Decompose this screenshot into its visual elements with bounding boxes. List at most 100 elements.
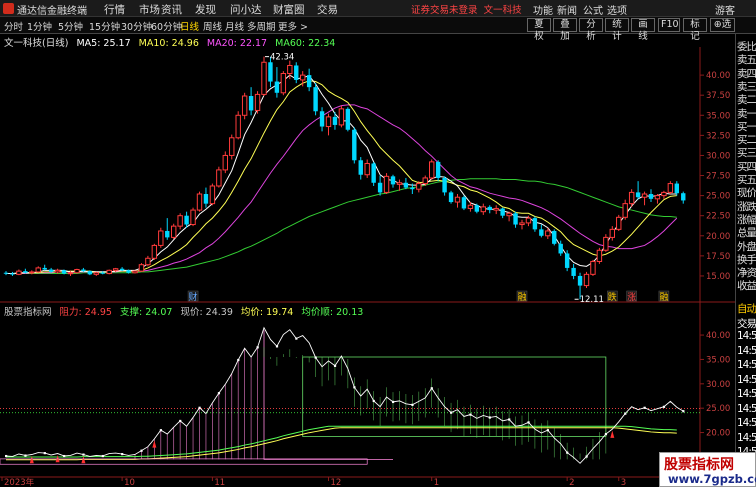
quote-item: 收益 [737,280,756,293]
candle-body-up [54,269,61,273]
candle-body-up [106,269,112,275]
candle-body-up [396,182,403,185]
candle-body-up [209,185,216,205]
candle-body-down [448,192,454,203]
ma20-line [6,104,678,275]
price-dot [63,454,66,458]
buy-arrow-icon [152,440,157,448]
price-dot [643,406,646,409]
candle-body-down [352,129,357,161]
candle-body-down [552,230,557,244]
tick-time: 14:5 [737,431,756,444]
main-ytick-label: 37.50 [706,91,730,101]
candle-body-up [235,114,241,139]
candle-body-up [364,162,370,176]
ma20-label: MA20: 22.17 [206,38,268,49]
main-ytick-label: 17.50 [706,252,730,262]
main-info-line: 文一科技(日线) MA5: 25.17 MA10: 24.96 MA20: 22… [4,35,340,49]
candle-body-up [216,169,222,187]
price-dot [198,406,201,409]
candle-body-down [442,177,447,193]
candle-body-down [513,213,518,225]
watermark-title: 股票指标网 [664,457,734,473]
candle-body-down [681,193,686,201]
price-dot [624,412,627,415]
candle-body-down [268,62,273,82]
candle-body-up [590,260,596,275]
candle-body-down [577,275,583,286]
price-label: 现价: 24.39 [180,307,233,318]
watermark-url: www.7gpzb.com [668,472,756,486]
tick-time: 14:5 [737,344,756,357]
ind-ytick-label: 30.00 [706,380,730,390]
candle-body-up [596,249,603,262]
candle-body-down [461,197,467,209]
ma60-label: MA60: 22.34 [275,38,336,49]
candle-body-down [274,81,280,93]
candle-body-down [674,183,679,194]
quote-sidebar: 委比 卖五 卖四 卖三 卖二 卖一 买一 买二 买三 买四 买五 现价 涨跌 涨幅 总量 外盘 换手 净资 收益 自动… [735,34,756,487]
candle-body-up [132,270,138,274]
candle-body-up [254,93,261,111]
candle-body-up [67,272,74,275]
xaxis-label: 12 [331,478,342,487]
main-ytick-label: 27.50 [706,172,730,182]
candle-body-up [229,137,235,156]
price-dot [546,429,549,432]
price-dot [372,399,375,403]
price-dot [566,451,569,454]
candle-body-down [332,116,338,125]
candle-body-up [667,183,674,193]
price-dot [411,403,414,406]
candle-body-up [429,161,435,179]
candle-body-up [171,225,177,238]
candle-body-up [467,204,474,209]
main-ytick-label: 25.00 [706,192,730,202]
candle-body-down [558,243,563,254]
price-dot [82,453,85,456]
price-dot [24,454,27,457]
candle-body-down [564,253,570,268]
candle-body-up [261,61,267,95]
candle-body-down [539,229,544,236]
candle-body-down [100,272,105,274]
candle-body-up [416,183,422,190]
candle-body-down [358,160,363,175]
xaxis-label: 3 [621,478,626,487]
candle-body-up [241,95,248,116]
candle-body-down [42,267,47,270]
kline-chart[interactable]: 40.00 37.50 35.00 32.50 30.00 27.50 25.00 22.50… [0,0,735,487]
tick-time: 自动 [737,303,756,315]
price-dot [662,405,666,408]
candle-body-up [138,264,145,272]
candle-body-down [126,270,131,273]
candle-body-up [112,268,119,271]
price-dot [256,346,259,349]
price-dot [604,433,608,436]
candle-body-up [519,222,525,226]
indicator-info-line: 股票指标网 阻力: 24.95 支撑: 24.07 现价: 24.39 均价: … [4,304,368,318]
main-ytick-label: 15.00 [706,272,730,282]
candle-body-up [145,257,151,266]
event-marker: 融 [518,292,527,303]
candle-body-down [294,65,299,80]
ind-ytick-label: 20.00 [706,429,730,439]
candle-body-up [338,108,345,126]
candle-body-down [571,267,576,276]
watermark-logo: 股票指标网 www.7gpzb.com [659,452,756,487]
candle-body-down [532,218,538,230]
price-dot [527,421,530,424]
candle-body-down [3,272,9,274]
candle-body-down [248,96,254,111]
event-marker: 财 [189,291,198,303]
candle-body-down [81,269,86,272]
event-marker: 跌 [608,292,617,303]
main-ytick-label: 22.50 [706,212,730,222]
ind-ytick-label: 25.00 [706,404,730,414]
avg-price-smooth-label: 均价顺: 20.13 [301,307,364,318]
price-dot [392,400,395,404]
price-dot [43,452,46,455]
price-dot [121,453,124,456]
price-dot [217,392,221,395]
candle-body-down [23,271,28,273]
